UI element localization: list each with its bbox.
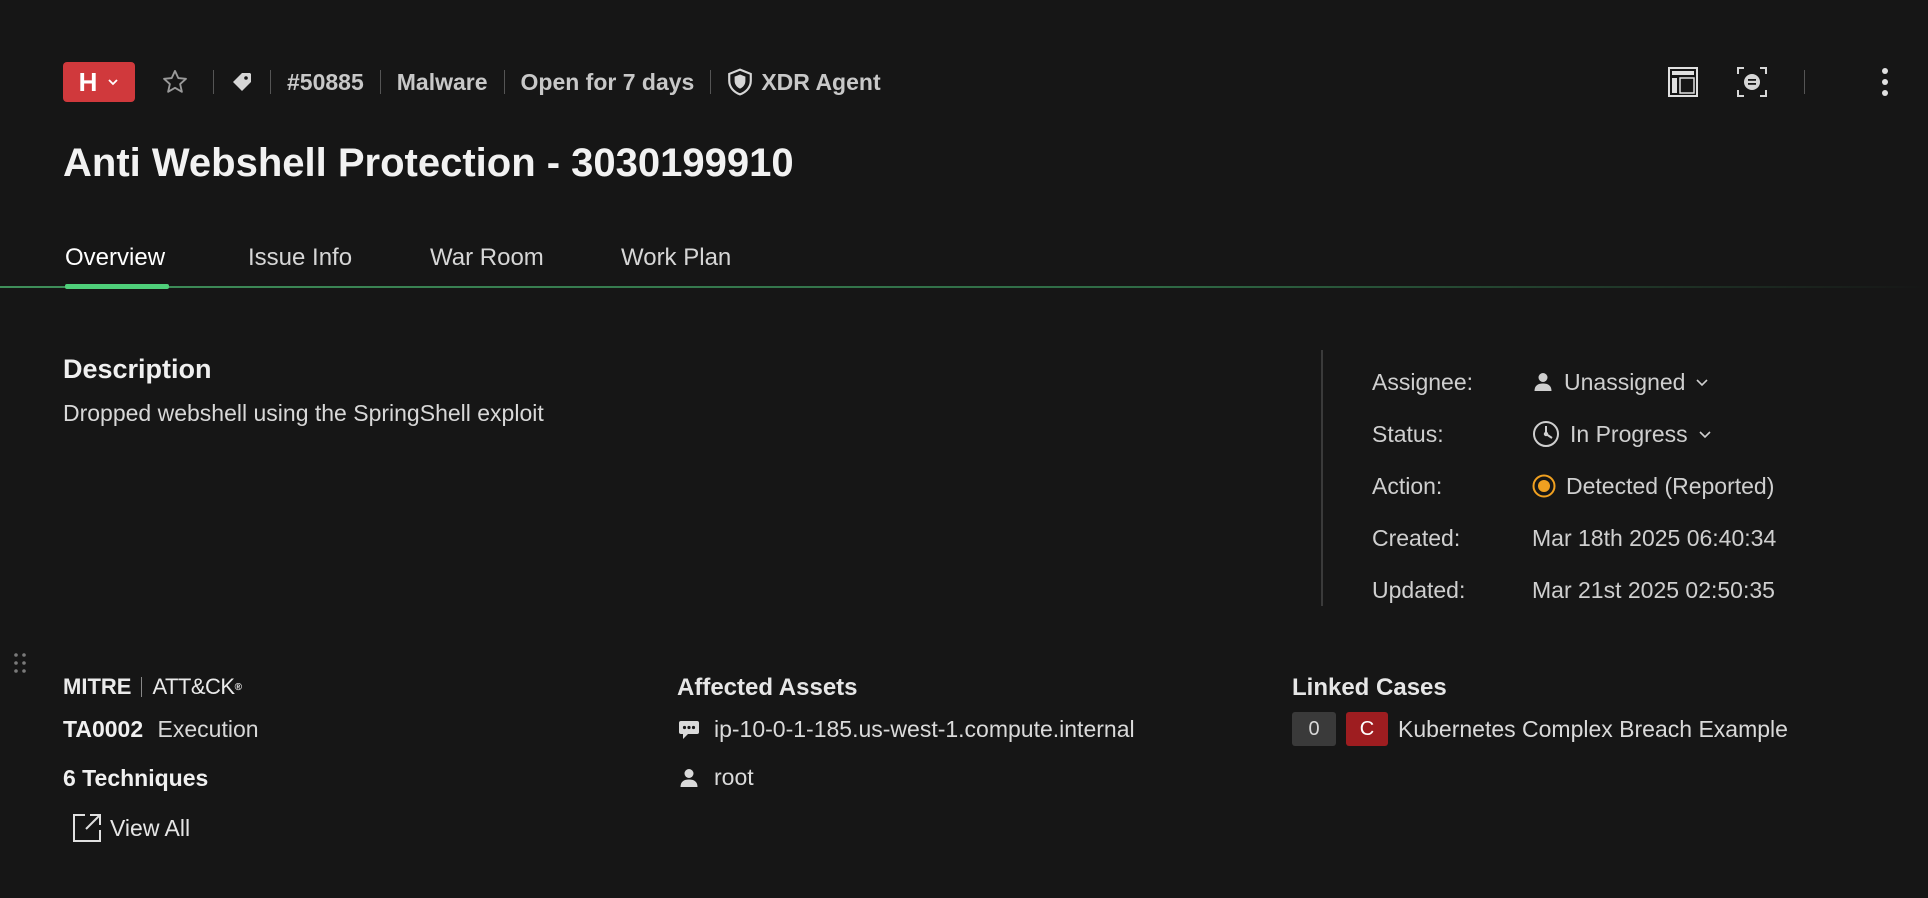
meta-separator (379, 70, 381, 94)
status-dropdown[interactable]: In Progress (1532, 420, 1712, 448)
description-text: Dropped webshell using the SpringShell e… (63, 400, 544, 426)
linked-case-link[interactable]: Kubernetes Complex Breach Example (1398, 716, 1788, 743)
chevron-down-icon (108, 79, 119, 86)
kebab-menu-icon (1882, 68, 1888, 96)
issue-id: #50885 (287, 68, 364, 95)
meta-separator (710, 70, 712, 94)
action-value-wrap: Detected (Reported) (1532, 473, 1774, 500)
host-name: ip-10-0-1-185.us-west-1.compute.internal (714, 716, 1135, 742)
status-label: Status: (1372, 420, 1444, 447)
created-value-wrap: Mar 18th 2025 06:40:34 (1532, 525, 1776, 552)
created-label: Created: (1372, 524, 1461, 551)
meta-separator (213, 70, 214, 94)
status-value: In Progress (1570, 420, 1688, 447)
tactic-id: TA0002 (63, 716, 144, 742)
affected-assets-heading: Affected Assets (677, 674, 858, 701)
status-row: Status: In Progress (1372, 408, 1912, 460)
layout-panel-icon (1668, 67, 1698, 97)
header-actions (1628, 62, 1928, 102)
view-all-link[interactable]: View All (72, 813, 190, 843)
case-severity-badge: C (1346, 712, 1388, 746)
more-options-button[interactable] (1865, 62, 1905, 102)
tab-overview[interactable]: Overview (65, 244, 165, 272)
updated-value-wrap: Mar 21st 2025 02:50:35 (1532, 577, 1775, 604)
detected-status-icon (1532, 474, 1556, 498)
shield-icon (728, 68, 753, 96)
tab-war-room[interactable]: War Room (430, 244, 544, 272)
drag-handle-icon[interactable] (13, 652, 27, 679)
mitre-logo-word: MITRE (63, 674, 132, 699)
asset-user[interactable]: root (678, 764, 754, 791)
issue-source: XDR Agent (727, 68, 881, 96)
action-label: Action: (1372, 472, 1443, 499)
tag-icon[interactable] (230, 70, 254, 94)
mitre-attack-logo: MITRE ATT&CK ® (63, 674, 242, 700)
action-value: Detected (Reported) (1566, 472, 1775, 499)
updated-row: Updated: Mar 21st 2025 02:50:35 (1372, 564, 1912, 616)
registered-mark: ® (234, 681, 242, 693)
tactic-name: Execution (157, 716, 259, 742)
in-progress-icon (1533, 421, 1559, 447)
star-icon[interactable] (161, 68, 189, 96)
linked-cases-heading: Linked Cases (1292, 674, 1447, 701)
tab-issue-info[interactable]: Issue Info (248, 244, 352, 272)
logo-separator (141, 677, 143, 697)
user-name: root (714, 764, 754, 790)
created-value: Mar 18th 2025 06:40:34 (1532, 524, 1777, 551)
scan-summary-icon (1737, 67, 1767, 97)
meta-separator (503, 70, 505, 94)
page-title: Anti Webshell Protection - 3030199910 (63, 141, 794, 185)
user-icon (1534, 373, 1552, 391)
chevron-down-icon (1699, 431, 1711, 439)
assignee-label: Assignee: (1372, 368, 1474, 395)
severity-dropdown[interactable]: H (63, 62, 135, 102)
layout-panel-button[interactable] (1663, 62, 1703, 102)
user-icon (680, 768, 698, 787)
assignee-row: Assignee: Unassigned (1372, 356, 1912, 408)
issue-properties: Assignee: Unassigned Status: In Progress… (1372, 356, 1912, 616)
active-tab-indicator (65, 284, 169, 289)
asset-host[interactable]: ip-10-0-1-185.us-west-1.compute.internal (678, 716, 1135, 743)
assignee-dropdown[interactable]: Unassigned (1532, 369, 1709, 396)
tab-bar-line (0, 286, 1928, 288)
meta-separator (270, 70, 271, 94)
created-row: Created: Mar 18th 2025 06:40:34 (1372, 512, 1912, 564)
linked-case-row: 0 C Kubernetes Complex Breach Example (1292, 712, 1788, 746)
techniques-count: 6 Techniques (63, 765, 209, 791)
updated-label: Updated: (1372, 576, 1466, 603)
attack-logo-word: ATT&CK (152, 674, 235, 699)
view-all-label: View All (110, 814, 191, 841)
tab-work-plan[interactable]: Work Plan (621, 244, 731, 272)
actions-separator (1804, 70, 1805, 94)
ai-summary-button[interactable] (1732, 62, 1772, 102)
updated-value: Mar 21st 2025 02:50:35 (1532, 576, 1775, 603)
assignee-value: Unassigned (1564, 368, 1686, 395)
source-label: XDR Agent (761, 68, 881, 95)
severity-letter: H (78, 66, 98, 97)
chevron-down-icon (1696, 379, 1709, 387)
mitre-tactic: TA0002 Execution (63, 716, 259, 743)
host-icon (679, 720, 699, 739)
action-row: Action: Detected (Reported) (1372, 460, 1912, 512)
open-duration: Open for 7 days (520, 68, 695, 95)
issue-page: H #50885 Malware Open for 7 days XDR Age… (0, 0, 1928, 898)
issue-category: Malware (396, 68, 488, 95)
issue-meta-bar: H #50885 Malware Open for 7 days XDR Age… (63, 62, 881, 102)
external-link-icon (73, 814, 101, 842)
tab-bar: Overview Issue Info War Room Work Plan (0, 236, 1928, 289)
panel-divider (1321, 350, 1323, 606)
case-count-badge: 0 (1292, 712, 1336, 746)
description-heading: Description (63, 354, 212, 384)
